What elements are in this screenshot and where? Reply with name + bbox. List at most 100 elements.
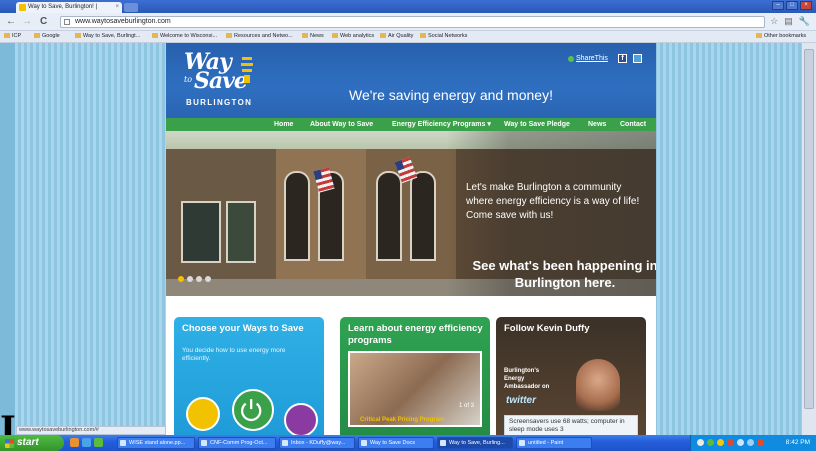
ways-to-save-card[interactable]: Choose your Ways to Save You decide how … <box>174 317 324 435</box>
tray-icon[interactable] <box>717 439 724 446</box>
power-symbol-icon <box>241 399 262 422</box>
reload-button[interactable]: C <box>40 16 47 28</box>
page-icon <box>64 19 70 25</box>
other-bookmarks[interactable]: Other bookmarks <box>756 31 806 42</box>
site-nav: Home About Way to Save Energy Efficiency… <box>166 118 656 131</box>
quicklaunch-icon[interactable] <box>94 438 103 447</box>
back-button[interactable]: ← <box>6 16 16 28</box>
start-button[interactable]: start <box>0 435 64 451</box>
tray-icon[interactable] <box>737 439 744 446</box>
tray-icon[interactable] <box>757 439 764 446</box>
bookmark-item[interactable]: Welcome to Wisconsi... <box>152 31 217 42</box>
site-header: Way to Save BURLINGTON We're saving ener… <box>166 43 656 118</box>
ways-card-title: Choose your Ways to Save <box>182 323 304 334</box>
storefront-window <box>226 201 256 263</box>
logo-text-save: Save <box>194 68 248 94</box>
nav-contact[interactable]: Contact <box>620 118 646 131</box>
tab-close-icon[interactable]: × <box>115 2 119 13</box>
twitter-icon[interactable] <box>633 54 642 63</box>
system-tray: 8:42 PM <box>690 435 816 451</box>
lightbulb-icon[interactable] <box>186 397 220 431</box>
sharethis-link[interactable]: ShareThis <box>576 55 608 62</box>
quicklaunch-icon[interactable] <box>70 438 79 447</box>
toolbar-right: ☆ ▤ 🔧 <box>770 16 810 27</box>
maximize-button[interactable]: □ <box>786 1 798 10</box>
twitter-logo[interactable]: twitter <box>506 395 536 406</box>
taskbar-button[interactable]: untitled - Paint <box>516 437 592 449</box>
learn-programs-card[interactable]: Learn about energy efficiency programs 1… <box>340 317 490 435</box>
kevin-duffy-photo <box>576 359 620 411</box>
hero-banner[interactable]: Let's make Burlington a community where … <box>166 131 656 296</box>
programs-caption[interactable]: Critical Peak Pricing Program <box>360 417 444 423</box>
logo-text-to: to <box>184 75 193 84</box>
bookmark-item[interactable]: Air Quality <box>380 31 413 42</box>
browser-tab-strip: Way to Save, Burlington! | × – □ × <box>0 0 816 13</box>
left-edge <box>0 43 15 435</box>
bookmark-star-icon[interactable]: ☆ <box>770 16 778 27</box>
close-window-button[interactable]: × <box>800 1 812 10</box>
wrench-icon[interactable]: 🔧 <box>799 16 810 27</box>
taskbar-button[interactable]: CNF-Comm Prog-Oct... <box>198 437 276 449</box>
way-to-save-logo[interactable]: Way to Save BURLINGTON <box>184 51 259 111</box>
site-tagline: We're saving energy and money! <box>349 87 553 103</box>
arched-window <box>284 171 310 261</box>
taskbar-button[interactable]: Way to Save Docs <box>358 437 434 449</box>
page-menu-icon[interactable]: ▤ <box>784 16 793 27</box>
arched-window <box>376 171 402 261</box>
tab-title: Way to Save, Burlington! | <box>28 4 98 10</box>
nav-pledge[interactable]: Way to Save Pledge <box>504 118 570 131</box>
bookmark-item[interactable]: Resources and Netwo... <box>226 31 293 42</box>
power-icon[interactable] <box>232 389 274 431</box>
follow-kevin-card[interactable]: Follow Kevin Duffy Burlington's Energy A… <box>496 317 646 435</box>
site-favicon-icon <box>19 4 26 11</box>
bookmark-item[interactable]: News <box>302 31 324 42</box>
page-viewport: Way to Save BURLINGTON We're saving ener… <box>0 43 816 435</box>
sharethis-icon <box>568 56 574 62</box>
browser-tab[interactable]: Way to Save, Burlington! | × <box>16 2 122 13</box>
slide-dot[interactable] <box>205 276 211 282</box>
nav-about[interactable]: About Way to Save <box>310 118 373 131</box>
facebook-icon[interactable]: f <box>618 54 627 63</box>
bookmarks-bar: ICP Google Way to Save, Burlingt... Welc… <box>0 31 816 43</box>
nav-home[interactable]: Home <box>274 118 293 131</box>
windows-taskbar: start WISE stand alone.pp... CNF-Comm Pr… <box>0 435 816 451</box>
vertical-scrollbar[interactable] <box>801 43 816 435</box>
address-bar[interactable]: www.waytosaveburlington.com <box>60 16 765 28</box>
bookmark-item[interactable]: Social Networks <box>420 31 467 42</box>
quicklaunch-icon[interactable] <box>82 438 91 447</box>
volume-icon[interactable] <box>747 439 754 446</box>
hero-cta-link[interactable]: See what's been happening in Burlington … <box>470 257 656 291</box>
bookmark-item[interactable]: Web analytics <box>332 31 374 42</box>
tray-icon[interactable] <box>707 439 714 446</box>
slide-dot[interactable] <box>178 276 184 282</box>
bookmark-item[interactable]: ICP <box>4 31 21 42</box>
tray-icon[interactable] <box>727 439 734 446</box>
scrollbar-thumb[interactable] <box>804 49 814 409</box>
browser-toolbar: ← → C www.waytosaveburlington.com ☆ ▤ 🔧 <box>0 13 816 31</box>
taskbar-button[interactable]: Inbox - KDuffy@way... <box>279 437 355 449</box>
latest-tweet: Screensavers use 68 watts; computer in s… <box>504 415 638 435</box>
storefront-window <box>181 201 221 263</box>
arched-window <box>410 171 436 261</box>
minimize-button[interactable]: – <box>772 1 784 10</box>
nav-energy-programs[interactable]: Energy Efficiency Programs ▾ <box>392 118 491 131</box>
tray-icon[interactable] <box>697 439 704 446</box>
programs-photo[interactable]: 1 of 3 Critical Peak Pricing Program <box>348 351 482 427</box>
taskbar-button[interactable]: WISE stand alone.pp... <box>117 437 195 449</box>
system-clock[interactable]: 8:42 PM <box>786 435 810 451</box>
new-tab-button[interactable] <box>124 3 138 12</box>
slide-dot[interactable] <box>196 276 202 282</box>
window-controls: – □ × <box>772 1 812 10</box>
bookmark-item[interactable]: Google <box>34 31 60 42</box>
nav-news[interactable]: News <box>588 118 606 131</box>
website: Way to Save BURLINGTON We're saving ener… <box>166 43 656 435</box>
programs-pager: 1 of 3 <box>458 403 474 409</box>
taskbar-button[interactable]: Way to Save, Burling... <box>437 437 513 449</box>
ways-card-text: You decide how to use energy more effici… <box>182 347 286 362</box>
learn-card-title: Learn about energy efficiency programs <box>348 323 483 346</box>
slide-dot[interactable] <box>187 276 193 282</box>
forward-button[interactable]: → <box>22 16 32 28</box>
bookmark-item[interactable]: Way to Save, Burlingt... <box>75 31 140 42</box>
status-bubble: www.waytosaveburlington.com/# <box>16 426 166 435</box>
appliance-icon[interactable] <box>284 403 318 435</box>
